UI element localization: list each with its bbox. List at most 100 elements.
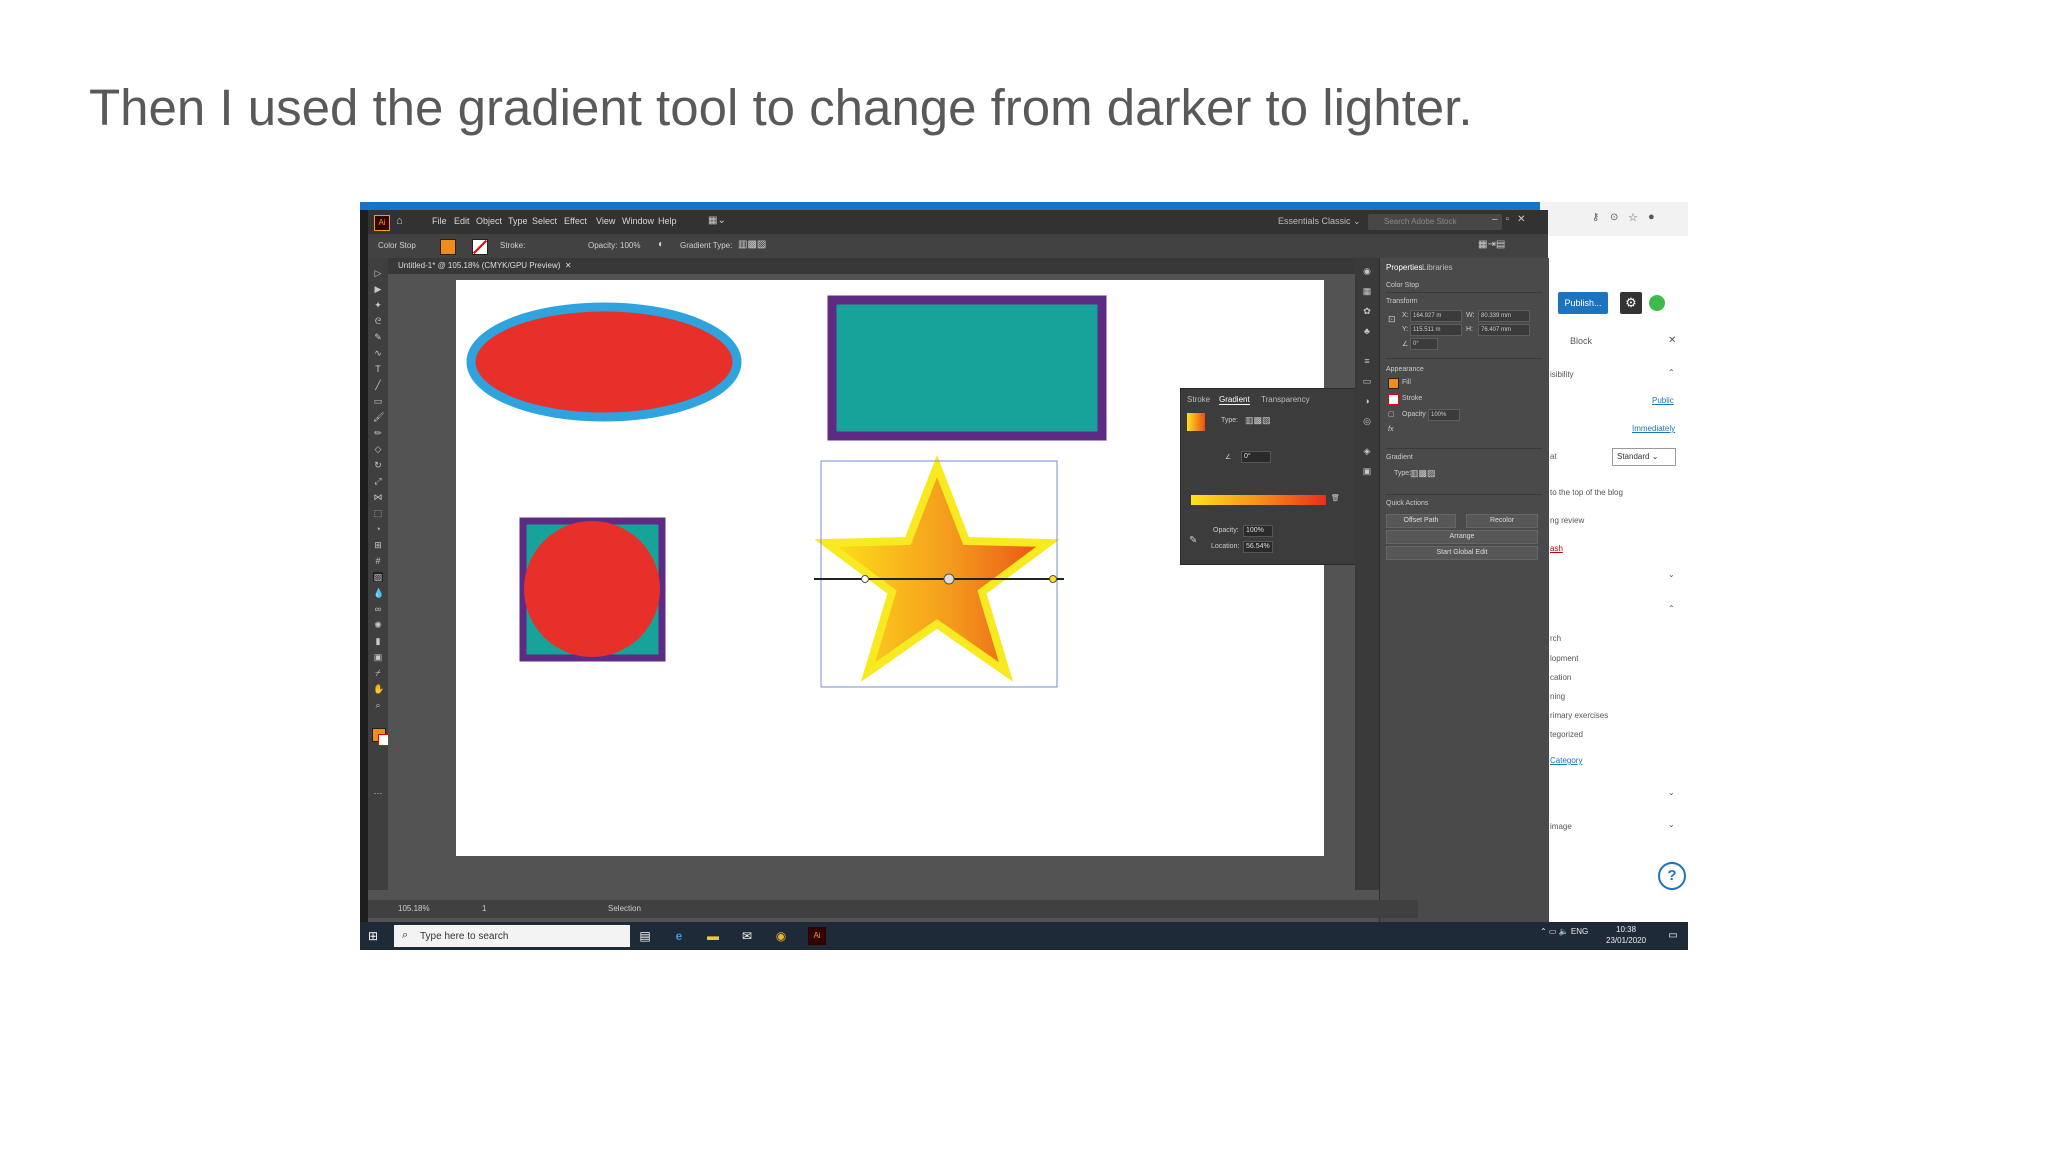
star-icon[interactable]: ☆ (1628, 211, 1638, 224)
curvature-tool-icon[interactable]: ∿ (373, 348, 383, 358)
transparency-panel-icon[interactable]: ◑ (1362, 396, 1372, 406)
chrome-icon[interactable]: ◉ (772, 927, 790, 945)
fx-icon[interactable]: fx (1388, 426, 1393, 433)
brushes-panel-icon[interactable]: ✿ (1362, 306, 1372, 316)
chevron-down-icon[interactable]: ⌄ (1668, 788, 1675, 797)
jetpack-icon[interactable] (1649, 295, 1665, 311)
menu-select[interactable]: Select (532, 216, 557, 226)
document-tab[interactable]: Untitled-1* @ 105.18% (CMYK/GPU Preview)… (398, 261, 572, 270)
gradient-type-icons[interactable]: ▥▩▨ (738, 239, 766, 250)
system-tray[interactable]: ⌃ ▭ 🔈 ENG (1540, 927, 1588, 936)
recolor-icon[interactable]: ◐ (658, 239, 664, 250)
opacity-field[interactable]: 100% (1428, 409, 1460, 421)
type-tool-icon[interactable]: T (373, 364, 383, 374)
canvas-area[interactable] (388, 274, 1408, 890)
hand-tool-icon[interactable]: ✋ (373, 684, 384, 694)
artboard-tool-icon[interactable]: ▣ (373, 652, 383, 662)
rotate-tool-icon[interactable]: ↻ (373, 460, 383, 470)
zoom-level[interactable]: 105.18% (398, 904, 430, 913)
symbols-panel-icon[interactable]: ♣ (1362, 326, 1372, 336)
eyedropper-tool-icon[interactable]: 💧 (373, 588, 384, 598)
stroke-swatch[interactable] (1388, 394, 1399, 405)
pencil-tool-icon[interactable]: ✏ (373, 428, 383, 438)
symbol-sprayer-tool-icon[interactable]: ✺ (373, 620, 383, 630)
gradient-slider[interactable] (1191, 495, 1326, 505)
gradient-type-icons[interactable]: ▥▩▨ (1245, 415, 1271, 426)
gradient-stop[interactable] (861, 575, 869, 583)
menu-effect[interactable]: Effect (564, 216, 587, 226)
menu-view[interactable]: View (596, 216, 615, 226)
task-view-icon[interactable]: ▤ (636, 927, 654, 945)
tab-properties[interactable]: Properties (1386, 263, 1422, 272)
location-field[interactable]: 56.54% (1243, 541, 1273, 553)
tab-transparency[interactable]: Transparency (1261, 395, 1310, 404)
color-panel-icon[interactable]: ◉ (1362, 266, 1372, 276)
gradient-midpoint[interactable] (943, 573, 955, 585)
publish-button[interactable]: Publish... (1558, 292, 1608, 314)
rotate-field[interactable]: 0° (1410, 338, 1438, 350)
selection-tool-icon[interactable]: ▷ (373, 268, 383, 278)
category-item[interactable]: ning (1550, 692, 1565, 701)
account-icon[interactable]: ● (1648, 211, 1655, 223)
free-transform-tool-icon[interactable]: ⬚ (373, 508, 383, 518)
slice-tool-icon[interactable]: ⌿ (373, 668, 383, 678)
align-icons[interactable]: ▦⇥▤ (1478, 239, 1505, 250)
window-controls[interactable]: –▫✕ (1492, 214, 1534, 225)
add-category-link[interactable]: Category (1550, 756, 1582, 765)
paintbrush-tool-icon[interactable]: 🖌 (373, 412, 384, 422)
magic-wand-tool-icon[interactable]: ✦ (373, 300, 383, 310)
featured-image-label[interactable]: image (1550, 822, 1572, 831)
chevron-down-icon[interactable]: ⌄ (1668, 820, 1675, 829)
mesh-tool-icon[interactable]: # (373, 556, 383, 566)
trash-link[interactable]: ash (1550, 544, 1563, 553)
chevron-up-icon[interactable]: ⌃ (1668, 604, 1675, 613)
format-select[interactable]: Standard ⌄ (1612, 448, 1676, 466)
w-field[interactable]: 80.339 mm (1478, 310, 1530, 322)
file-explorer-icon[interactable]: ▬ (704, 927, 722, 945)
fill-swatch[interactable] (1388, 378, 1399, 389)
chevron-down-icon[interactable]: ⌄ (1668, 570, 1675, 579)
search-stock-input[interactable]: Search Adobe Stock (1368, 214, 1502, 230)
stroke-swatch[interactable] (472, 239, 488, 255)
clock[interactable]: 10:38 23/01/2020 (1606, 924, 1646, 946)
illustrator-taskbar-icon[interactable]: Ai (808, 927, 826, 945)
menu-type[interactable]: Type (508, 216, 528, 226)
rectangle-tool-icon[interactable]: ▭ (373, 396, 383, 406)
h-field[interactable]: 76.407 mm (1478, 324, 1530, 336)
arrange-documents-icon[interactable]: ▦⌄ (708, 215, 726, 226)
menu-window[interactable]: Window (622, 216, 654, 226)
pending-label[interactable]: ng review (1550, 516, 1584, 525)
reference-point-icon[interactable]: ⊡ (1388, 314, 1396, 325)
perspective-grid-tool-icon[interactable]: ⊞ (373, 540, 383, 550)
menu-edit[interactable]: Edit (454, 216, 470, 226)
trash-icon[interactable]: 🗑 (1331, 494, 1340, 502)
y-field[interactable]: 115.511 m (1410, 324, 1462, 336)
layers-panel-icon[interactable]: ◈ (1362, 446, 1372, 456)
eyedropper-icon[interactable]: ✎ (1189, 535, 1197, 546)
direct-selection-tool-icon[interactable]: ▶ (373, 284, 383, 294)
width-tool-icon[interactable]: ⋈ (373, 492, 383, 502)
taskbar-search[interactable]: ⌕ Type here to search (394, 925, 630, 947)
lasso-tool-icon[interactable]: ᘓ (373, 316, 383, 326)
workspace-switcher[interactable]: Essentials Classic ⌄ (1278, 216, 1361, 227)
gradient-type-icons[interactable]: ▥▩▨ (1410, 468, 1436, 479)
shape-builder-tool-icon[interactable]: ◔ (373, 524, 383, 534)
teal-rectangle[interactable] (827, 295, 1107, 441)
category-item[interactable]: cation (1550, 673, 1571, 682)
gradient-panel-icon[interactable]: ▭ (1362, 376, 1372, 386)
block-tab[interactable]: Block (1570, 336, 1592, 346)
circle-icon[interactable]: ⊙ (1610, 212, 1618, 223)
home-icon[interactable]: ⌂ (396, 215, 403, 227)
category-item[interactable]: rimary exercises (1550, 711, 1608, 720)
red-circle[interactable] (524, 521, 660, 657)
pen-tool-icon[interactable]: ✎ (373, 332, 383, 342)
edge-icon[interactable]: e (670, 927, 688, 945)
sticky-label[interactable]: to the top of the blog (1550, 488, 1623, 497)
notifications-icon[interactable]: ▭ (1664, 927, 1682, 945)
tab-gradient[interactable]: Gradient (1219, 395, 1250, 405)
appearance-panel-icon[interactable]: ◎ (1362, 416, 1372, 426)
column-graph-tool-icon[interactable]: ▮ (373, 636, 383, 646)
x-field[interactable]: 164.927 m (1410, 310, 1462, 322)
tab-libraries[interactable]: Libraries (1422, 263, 1453, 272)
gradient-star[interactable] (814, 454, 1060, 682)
